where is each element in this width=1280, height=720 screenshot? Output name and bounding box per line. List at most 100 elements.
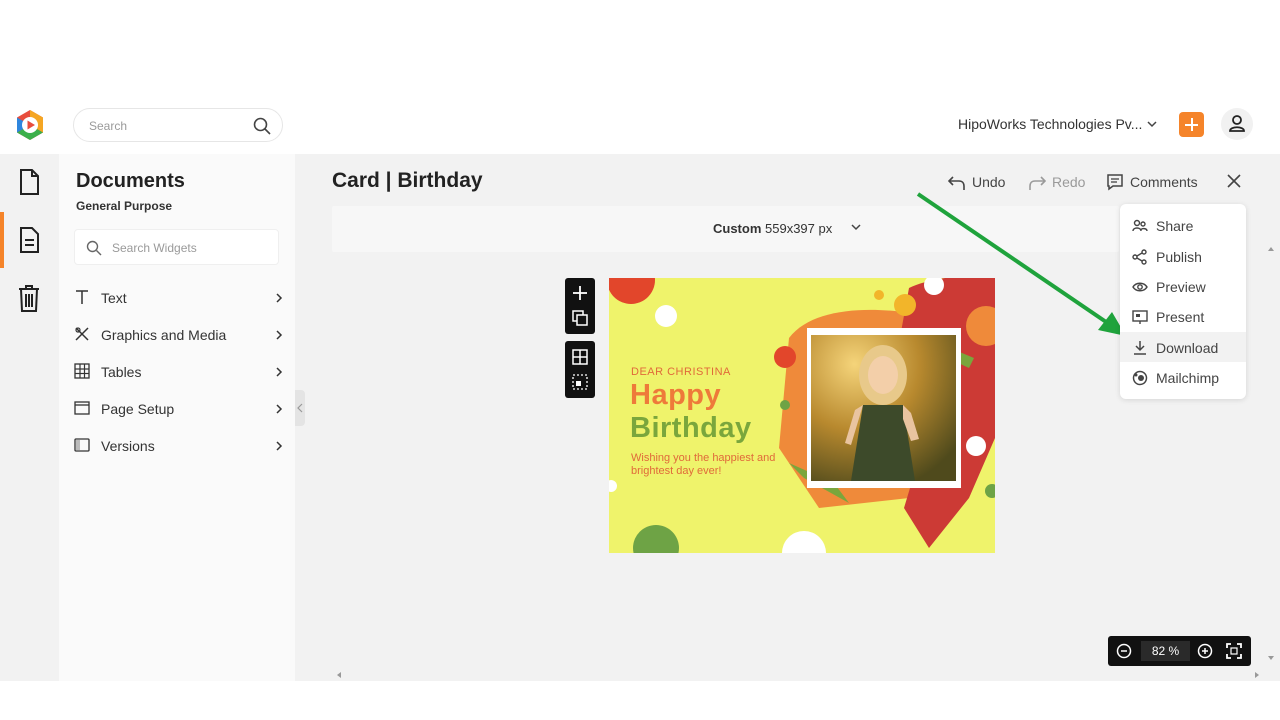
page-size-label: Custom 559x397 px: [713, 221, 832, 236]
close-icon[interactable]: [1225, 172, 1243, 190]
zoom-out-icon[interactable]: [1116, 643, 1132, 659]
versions-icon: [74, 438, 90, 452]
sidebar-item-tables[interactable]: Tables: [74, 357, 284, 387]
chevron-right-icon: [276, 441, 283, 451]
panel-collapse-handle[interactable]: [295, 390, 305, 426]
menu-item-label: Download: [1156, 340, 1219, 356]
zoom-control: 82 %: [1108, 636, 1251, 666]
sidebar-item-page-setup[interactable]: Page Setup: [74, 394, 284, 424]
rail-item-trash[interactable]: [0, 270, 59, 326]
mailchimp-icon: [1132, 370, 1148, 386]
chevron-left-icon: [297, 403, 303, 413]
menu-item-share[interactable]: Share: [1120, 210, 1246, 240]
zoom-number: 82: [1151, 644, 1166, 658]
chevron-right-icon: [276, 330, 283, 340]
scroll-down-icon[interactable]: [1266, 653, 1276, 663]
sidebar-item-versions[interactable]: Versions: [74, 431, 284, 461]
file-icon: [20, 169, 39, 195]
document-title: Card | Birthday: [332, 169, 483, 192]
user-icon: [1229, 115, 1245, 132]
graphics-icon: [75, 327, 89, 341]
menu-item-label: Publish: [1156, 249, 1202, 265]
menu-item-label: Mailchimp: [1156, 370, 1220, 386]
sidebar-item-label: Tables: [101, 364, 142, 380]
app-logo[interactable]: [14, 109, 46, 141]
sidebar-item-label: Graphics and Media: [101, 327, 227, 343]
sidebar-item-text[interactable]: Text: [74, 283, 284, 313]
page-size-value: 559x397 px: [765, 221, 833, 236]
widget-search-input[interactable]: Search Widgets: [74, 229, 279, 265]
user-avatar[interactable]: [1221, 108, 1253, 140]
undo-icon: [948, 176, 965, 190]
card-message: Wishing you the happiest and brightest d…: [631, 452, 776, 477]
undo-label: Undo: [972, 174, 1006, 190]
document-icon: [20, 227, 39, 253]
rail-item-files[interactable]: [0, 154, 59, 210]
present-icon: [1132, 310, 1148, 324]
card-headline-line2: Birthday: [630, 412, 752, 444]
chevron-right-icon: [276, 404, 283, 414]
chevron-right-icon: [276, 367, 283, 377]
scroll-right-icon[interactable]: [1252, 670, 1262, 680]
table-icon: [74, 363, 90, 379]
rail-item-documents[interactable]: [0, 212, 59, 268]
menu-item-download[interactable]: Download: [1120, 332, 1246, 362]
zoom-value[interactable]: 82 %: [1141, 641, 1190, 661]
chevron-down-icon[interactable]: [1146, 118, 1158, 130]
menu-item-present[interactable]: Present: [1120, 301, 1246, 331]
sidebar-item-label: Versions: [101, 438, 155, 454]
card-photo[interactable]: [811, 335, 956, 481]
menu-item-mailchimp[interactable]: Mailchimp: [1120, 362, 1246, 392]
add-icon[interactable]: [572, 285, 588, 301]
chevron-down-icon: [851, 224, 861, 231]
select-region-icon[interactable]: [572, 374, 588, 390]
share-users-icon: [1132, 219, 1148, 232]
annotation-arrow: [916, 192, 1126, 336]
page-setup-icon: [74, 401, 90, 415]
top-bar: Search HipoWorks Technologies Pv...: [0, 96, 1280, 154]
trash-icon: [19, 285, 39, 312]
page-size-preset: Custom: [713, 221, 762, 236]
search-placeholder: Search: [89, 119, 128, 133]
publish-icon: [1132, 249, 1147, 265]
duplicate-icon[interactable]: [572, 310, 588, 326]
export-menu: Share Publish Preview Present Download M…: [1120, 204, 1246, 399]
menu-item-preview[interactable]: Preview: [1120, 271, 1246, 301]
organization-selector[interactable]: HipoWorks Technologies Pv...: [958, 116, 1142, 132]
menu-item-label: Present: [1156, 309, 1205, 325]
redo-icon: [1029, 176, 1046, 190]
menu-item-label: Preview: [1156, 279, 1206, 295]
comment-icon: [1107, 174, 1123, 191]
girl-photo: [811, 335, 956, 481]
menu-item-label: Share: [1156, 218, 1194, 234]
search-icon: [86, 240, 102, 256]
sidebar-item-label: Text: [101, 290, 127, 306]
card-tools-top: [565, 278, 595, 334]
sidebar-item-label: Page Setup: [101, 401, 175, 417]
redo-label: Redo: [1052, 174, 1086, 190]
documents-panel: Documents General Purpose Search Widgets…: [59, 154, 295, 681]
card-tools-bottom: [565, 341, 595, 398]
global-search-input[interactable]: Search: [73, 108, 283, 142]
search-icon[interactable]: [253, 117, 271, 135]
create-new-button[interactable]: [1179, 112, 1204, 137]
icon-rail: [0, 154, 59, 681]
scroll-left-icon[interactable]: [334, 670, 344, 680]
grid-icon[interactable]: [572, 349, 588, 365]
menu-item-publish[interactable]: Publish: [1120, 241, 1246, 271]
chevron-right-icon: [276, 293, 283, 303]
download-icon: [1134, 341, 1146, 355]
eye-icon: [1132, 282, 1148, 292]
sidebar-item-graphics[interactable]: Graphics and Media: [74, 320, 284, 350]
fullscreen-icon[interactable]: [1226, 643, 1242, 659]
card-greeting: DEAR CHRISTINA: [631, 366, 731, 378]
comments-label: Comments: [1130, 174, 1198, 190]
panel-subtitle: General Purpose: [76, 199, 173, 213]
panel-title: Documents: [76, 170, 185, 192]
zoom-in-icon[interactable]: [1197, 643, 1213, 659]
card-headline-line1: Happy: [630, 379, 722, 411]
zoom-unit: %: [1168, 644, 1180, 658]
text-icon: [76, 290, 88, 304]
widget-search-placeholder: Search Widgets: [112, 241, 197, 255]
scroll-up-icon[interactable]: [1266, 244, 1276, 254]
